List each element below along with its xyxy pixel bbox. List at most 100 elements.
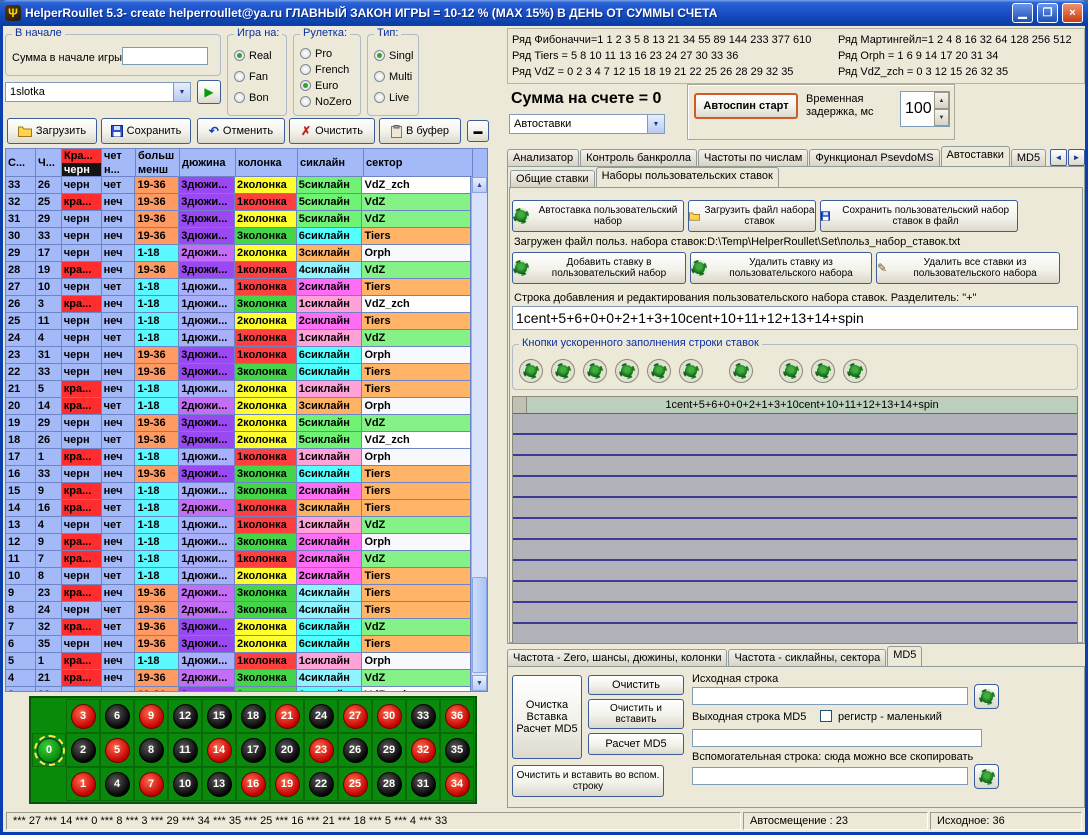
undo-button[interactable]: ↶ Отменить: [197, 118, 285, 144]
bottom-tab-2[interactable]: Частота - сиклайны, сектора: [728, 649, 886, 666]
table-row[interactable]: 824чернчет19-362дюжи...3колонка4сиклайнT…: [6, 602, 471, 619]
board-number-31[interactable]: 31: [411, 772, 436, 797]
board-number-29[interactable]: 29: [377, 738, 402, 763]
board-number-27[interactable]: 27: [343, 704, 368, 729]
table-row[interactable]: 129кра...неч1-181дюжи...3колонка2сиклайн…: [6, 534, 471, 551]
board-number-10[interactable]: 10: [173, 772, 198, 797]
board-number-8[interactable]: 8: [139, 738, 164, 763]
table-row[interactable]: 51кра...неч1-181дюжи...1колонка1сиклайнO…: [6, 653, 471, 670]
table-row[interactable]: 421кра...неч19-362дюжи...3колонка4сиклай…: [6, 670, 471, 687]
md5-source-input[interactable]: [692, 687, 968, 705]
board-number-12[interactable]: 12: [173, 704, 198, 729]
table-row[interactable]: 263кра...неч1-181дюжи...3колонка1сиклайн…: [6, 296, 471, 313]
bet-list-row[interactable]: [513, 456, 1077, 477]
delay-spinner[interactable]: 100 ▲ ▼: [900, 91, 950, 127]
board-number-17[interactable]: 17: [241, 738, 266, 763]
board-number-14[interactable]: 14: [207, 738, 232, 763]
board-number-19[interactable]: 19: [275, 772, 300, 797]
md5-source-chip-button[interactable]: [974, 684, 999, 709]
board-number-24[interactable]: 24: [309, 704, 334, 729]
load-button[interactable]: Загрузить: [7, 118, 97, 144]
quick-chip-button[interactable]: [519, 359, 543, 383]
autostakes-select[interactable]: Автоставки ▼: [509, 114, 665, 134]
table-row[interactable]: 732кра...чет19-363дюжи...2колонка6сиклай…: [6, 619, 471, 636]
board-number-26[interactable]: 26: [343, 738, 368, 763]
md5-aux-chip-button[interactable]: [974, 764, 999, 789]
board-number-11[interactable]: 11: [173, 738, 198, 763]
titlebar[interactable]: Ψ HelperRoullet 5.3- create helperroulle…: [0, 0, 1088, 26]
board-number-23[interactable]: 23: [309, 738, 334, 763]
bet-list-row[interactable]: [513, 603, 1077, 624]
quick-chip-button[interactable]: [647, 359, 671, 383]
board-number-3[interactable]: 3: [71, 704, 96, 729]
autospin-start-button[interactable]: Автоспин старт: [694, 93, 798, 119]
md5-aux-input[interactable]: [692, 767, 968, 785]
bet-string-input[interactable]: [512, 306, 1078, 330]
board-number-4[interactable]: 4: [105, 772, 130, 797]
tab-2[interactable]: Контроль банкролла: [580, 149, 697, 166]
add-bet-button[interactable]: Добавить ставку в пользовательский набор: [512, 252, 686, 284]
table-row[interactable]: 2710чернчет1-181дюжи...1колонка2сиклайнT…: [6, 279, 471, 296]
tab-scroll-right-icon[interactable]: ►: [1068, 149, 1085, 166]
scroll-up-icon[interactable]: ▲: [472, 177, 487, 193]
chevron-down-icon[interactable]: ▼: [173, 83, 190, 101]
radio-pro[interactable]: Pro: [300, 47, 358, 60]
bet-list-row[interactable]: [513, 435, 1077, 456]
table-row[interactable]: 2014кра...чет1-182дюжи...2колонка3сиклай…: [6, 398, 471, 415]
table-row[interactable]: 134чернчет1-181дюжи...1колонка1сиклайнVd…: [6, 517, 471, 534]
table-row[interactable]: 2331черннеч19-363дюжи...1колонка6сиклайн…: [6, 347, 471, 364]
quick-chip-button[interactable]: [779, 359, 803, 383]
board-number-9[interactable]: 9: [139, 704, 164, 729]
md5-out-input[interactable]: [692, 729, 982, 747]
radio-euro[interactable]: Euro: [300, 79, 358, 92]
table-row[interactable]: 3033черннеч19-363дюжи...3колонка6сиклайн…: [6, 228, 471, 245]
load-set-file-button[interactable]: Загрузить файл набора ставок: [688, 200, 816, 232]
scroll-down-icon[interactable]: ▼: [472, 675, 487, 691]
md5-clear-paste-aux-button[interactable]: Очистить и вставить во вспом. строку: [512, 765, 664, 797]
tab-scroll-left-icon[interactable]: ◄: [1050, 149, 1067, 166]
radio-fan[interactable]: Fan: [234, 70, 284, 83]
bet-list-row[interactable]: [513, 498, 1077, 519]
table-row[interactable]: 2233черннеч19-363дюжи...3колонка6сиклайн…: [6, 364, 471, 381]
table-row[interactable]: 2917черннеч1-182дюжи...2колонка3сиклайнO…: [6, 245, 471, 262]
radio-live[interactable]: Live: [374, 91, 416, 104]
quick-chip-button[interactable]: [843, 359, 867, 383]
bet-list-row[interactable]: [513, 561, 1077, 582]
quick-chip-button[interactable]: [583, 359, 607, 383]
board-number-33[interactable]: 33: [411, 704, 436, 729]
table-row[interactable]: 1416кра...чет1-182дюжи...1колонка3сиклай…: [6, 500, 471, 517]
table-row[interactable]: 923кра...неч19-362дюжи...3колонка4сиклай…: [6, 585, 471, 602]
board-number-2[interactable]: 2: [71, 738, 96, 763]
table-row[interactable]: 108чернчет1-181дюжи...2колонка2сиклайнTi…: [6, 568, 471, 585]
table-row[interactable]: 3225кра...неч19-363дюжи...1колонка5сикла…: [6, 194, 471, 211]
board-number-16[interactable]: 16: [241, 772, 266, 797]
board-number-1[interactable]: 1: [71, 772, 96, 797]
md5-calc-button[interactable]: Расчет MD5: [588, 733, 684, 755]
board-number-18[interactable]: 18: [241, 704, 266, 729]
board-number-20[interactable]: 20: [275, 738, 300, 763]
table-row[interactable]: 1929черннеч19-363дюжи...2колонка5сиклайн…: [6, 415, 471, 432]
board-number-25[interactable]: 25: [343, 772, 368, 797]
radio-french[interactable]: French: [300, 63, 358, 76]
save-button[interactable]: Сохранить: [101, 118, 191, 144]
bottom-tab-1[interactable]: Частота - Zero, шансы, дюжины, колонки: [507, 649, 727, 666]
board-number-15[interactable]: 15: [207, 704, 232, 729]
bet-list-row[interactable]: [513, 582, 1077, 603]
table-row[interactable]: 159кра...неч1-181дюжи...3колонка2сиклайн…: [6, 483, 471, 500]
table-row[interactable]: 117кра...неч1-181дюжи...1колонка2сиклайн…: [6, 551, 471, 568]
table-row[interactable]: 635черннеч19-363дюжи...2колонка6сиклайнT…: [6, 636, 471, 653]
start-sum-input[interactable]: [122, 47, 208, 65]
buffer-button[interactable]: В буфер: [379, 118, 461, 144]
board-number-0[interactable]: 0: [37, 738, 62, 763]
tab-6[interactable]: MD5: [1011, 149, 1046, 166]
table-scrollbar[interactable]: ▲ ▼: [471, 177, 487, 691]
md5-all-in-one-button[interactable]: Очистка Вставка Расчет MD5: [512, 675, 582, 759]
autostake-set-button[interactable]: Автоставка пользовательский набор: [512, 200, 684, 232]
board-number-32[interactable]: 32: [411, 738, 436, 763]
radio-singl[interactable]: Singl: [374, 49, 416, 62]
radio-nozero[interactable]: NoZero: [300, 95, 358, 108]
bet-list-row[interactable]: [513, 414, 1077, 435]
table-row[interactable]: 1633черннеч19-363дюжи...3колонка6сиклайн…: [6, 466, 471, 483]
tab-3[interactable]: Частоты по числам: [698, 149, 808, 166]
board-number-21[interactable]: 21: [275, 704, 300, 729]
